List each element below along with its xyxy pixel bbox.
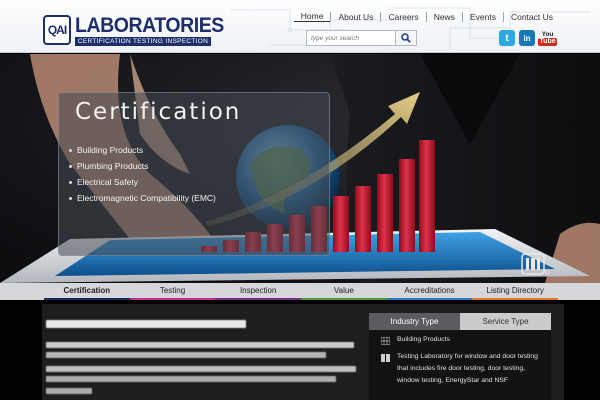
industry-item-desc-line-3: window testing, EnergyStar and NSF	[397, 377, 509, 384]
service-type-tab[interactable]: Service Type	[460, 313, 551, 330]
search-icon	[401, 33, 411, 43]
tab-value[interactable]: Value	[301, 283, 387, 300]
tab-label: Inspection	[239, 286, 277, 295]
nav-contact-us[interactable]: Contact Us	[502, 11, 560, 22]
nav-about-us[interactable]: About Us	[330, 11, 380, 22]
cert-item-building-products[interactable]: Building Products	[69, 142, 216, 158]
cert-item-emc[interactable]: Electromagnetic Compatibility (EMC)	[69, 190, 216, 206]
tab-accreditations[interactable]: Accreditations	[386, 283, 473, 300]
grid-icon	[381, 337, 390, 345]
blurred-text-line	[46, 376, 336, 382]
logo-tagline: CERTIFICATION TESTING INSPECTION	[75, 37, 211, 46]
logo-badge: QAI	[43, 15, 71, 45]
industry-item-desc-line-2: that includes fire door testing, door te…	[397, 365, 526, 372]
tab-certification[interactable]: Certification	[44, 283, 130, 300]
industry-item-label: Building Products	[397, 336, 450, 343]
tab-label: Value	[333, 286, 354, 295]
top-navigation: Home About Us Careers News Events Contac…	[293, 11, 560, 22]
blurred-text-line	[46, 342, 354, 348]
qai-laboratories-logo[interactable]: QAI LABORATORIES CERTIFICATION TESTING I…	[43, 14, 224, 47]
hero-title: Certification	[75, 99, 242, 125]
twitter-icon[interactable]: t	[499, 30, 515, 46]
tab-label: Listing Directory	[486, 286, 544, 295]
tab-inspection[interactable]: Inspection	[215, 283, 302, 300]
tab-label: Certification	[63, 286, 111, 295]
linkedin-icon[interactable]: in	[519, 30, 535, 46]
cert-item-plumbing-products[interactable]: Plumbing Products	[69, 158, 216, 174]
blurred-text-line	[46, 366, 356, 372]
site-header: QAI LABORATORIES CERTIFICATION TESTING I…	[0, 0, 600, 53]
cert-item-electrical-safety[interactable]: Electrical Safety	[69, 174, 216, 190]
nav-careers[interactable]: Careers	[380, 11, 425, 22]
qai-watermark-logo	[521, 253, 550, 275]
book-icon	[381, 354, 390, 362]
industry-item-window-door-testing[interactable]: Testing Laboratory for window and door t…	[369, 351, 551, 387]
page: QAI LABORATORIES CERTIFICATION TESTING I…	[0, 0, 600, 400]
nav-home[interactable]: Home	[293, 11, 331, 22]
nav-events[interactable]: Events	[461, 11, 503, 22]
blurred-text-line	[46, 388, 92, 394]
search-button[interactable]	[396, 30, 417, 46]
certification-list: Building Products Plumbing Products Elec…	[69, 142, 216, 206]
tab-label: Accreditations	[404, 286, 455, 295]
blurred-heading	[46, 320, 246, 328]
search-box	[306, 30, 417, 46]
tab-testing[interactable]: Testing	[129, 283, 216, 300]
category-tab-bar: Certification Testing Inspection Value A…	[0, 283, 600, 300]
hero-banner: Certification Building Products Plumbing…	[0, 54, 600, 283]
youtube-label-top: You	[541, 30, 554, 38]
search-input[interactable]	[306, 30, 396, 46]
tab-label: Testing	[159, 286, 186, 295]
youtube-icon[interactable]: You Tube	[538, 30, 557, 46]
social-links: t in You Tube	[499, 30, 557, 46]
industry-item-desc-line-1: Testing Laboratory for window and door t…	[397, 353, 538, 360]
industry-type-tab[interactable]: Industry Type	[369, 313, 460, 330]
blurred-text-line	[46, 352, 326, 358]
industry-service-panel: Industry Type Service Type Building Prod…	[369, 313, 551, 400]
nav-news[interactable]: News	[425, 11, 462, 22]
youtube-label-bottom: Tube	[538, 37, 557, 46]
tab-listing-directory[interactable]: Listing Directory	[472, 283, 559, 300]
industry-item-building-products[interactable]: Building Products	[369, 334, 551, 347]
logo-name: LABORATORIES	[75, 14, 224, 37]
certification-panel: Certification Building Products Plumbing…	[58, 92, 330, 256]
